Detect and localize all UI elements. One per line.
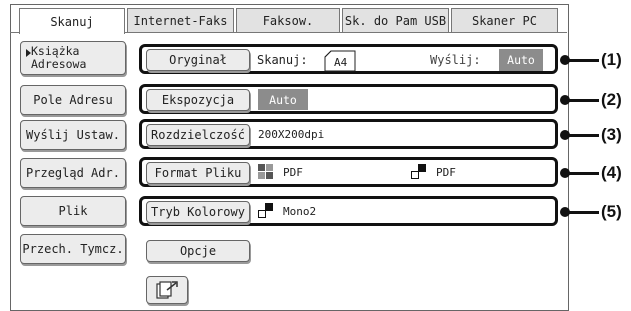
mono-format-value: PDF	[436, 166, 456, 179]
resolution-button[interactable]: Rozdzielczość	[146, 124, 250, 146]
mono-squares-icon	[411, 164, 426, 179]
send-label: Wyślij:	[430, 53, 481, 67]
file-format-button[interactable]: Format Pliku	[146, 162, 250, 184]
send-mode-value: Auto	[499, 49, 543, 71]
send-arrow-icon	[156, 281, 178, 299]
tab-fax[interactable]: Faksow.	[236, 8, 340, 32]
tab-internet-fax[interactable]: Internet-Faks	[127, 8, 234, 32]
mono-squares-icon	[258, 203, 273, 218]
send-settings-button[interactable]: Wyślij Ustaw.	[20, 120, 126, 150]
color-mode-button[interactable]: Tryb Kolorowy	[146, 201, 250, 223]
triangle-right-icon	[26, 49, 31, 57]
paper-size-value: A4	[334, 56, 348, 69]
callout-line-5	[565, 211, 599, 214]
exposure-value: Auto	[258, 89, 308, 110]
color-grid-icon	[258, 164, 273, 179]
quick-file-button[interactable]: Przech. Tymcz.	[20, 234, 126, 264]
color-format-value: PDF	[283, 166, 303, 179]
callout-line-1	[565, 59, 599, 62]
tab-pc-scan[interactable]: Skaner PC	[451, 8, 558, 32]
file-button[interactable]: Plik	[20, 196, 126, 226]
callout-line-2	[565, 99, 599, 102]
callout-label-4: (4)	[601, 163, 622, 182]
callout-label-2: (2)	[601, 90, 622, 109]
address-book-label-2: Adresowa	[31, 57, 87, 71]
color-mode-value: Mono2	[283, 205, 317, 218]
exposure-button[interactable]: Ekspozycja	[146, 89, 250, 111]
active-tab-cover	[20, 31, 124, 34]
scan-label: Skanuj:	[257, 53, 308, 67]
callout-label-3: (3)	[601, 125, 622, 144]
address-book-button[interactable]: Książka Adresowa	[20, 41, 126, 75]
address-review-button[interactable]: Przegląd Adr.	[20, 158, 126, 188]
callout-line-3	[565, 134, 599, 137]
callout-line-4	[565, 172, 599, 175]
options-button[interactable]: Opcje	[146, 240, 250, 262]
callout-label-5: (5)	[601, 202, 622, 221]
callout-label-1: (1)	[601, 50, 622, 69]
resolution-value: 200X200dpi	[258, 128, 325, 141]
address-entry-button[interactable]: Pole Adresu	[20, 85, 126, 115]
send-icon-button[interactable]	[146, 276, 188, 304]
original-button[interactable]: Oryginał	[146, 49, 250, 71]
tab-scan-to-usb[interactable]: Sk. do Pam USB	[342, 8, 449, 32]
